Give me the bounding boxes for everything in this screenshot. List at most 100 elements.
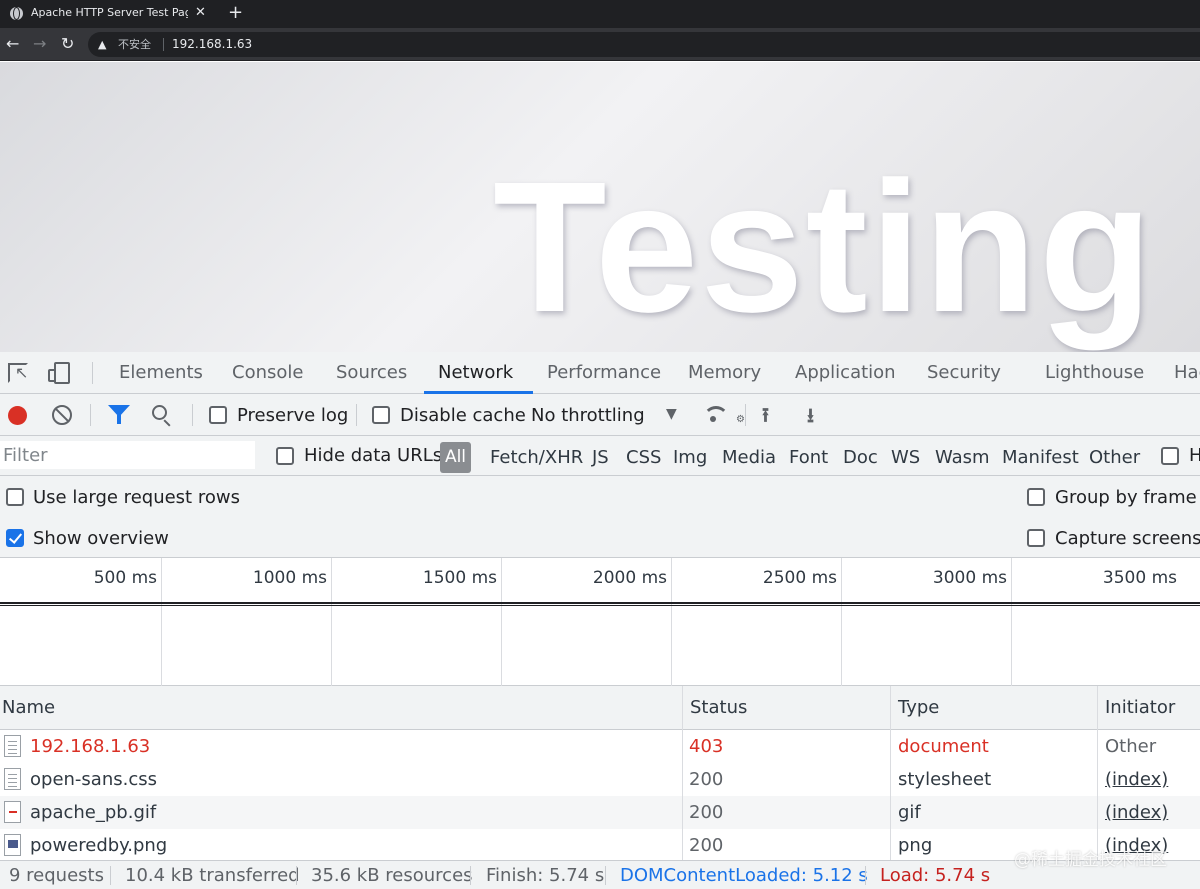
tab-network[interactable]: Network [423, 352, 534, 394]
request-name[interactable]: open-sans.css [30, 763, 157, 796]
filter-type-js[interactable]: JS [592, 447, 609, 468]
omnibox[interactable]: ▲ 不安全 192.168.1.63 [88, 32, 1200, 57]
url-text[interactable]: 192.168.1.63 [172, 32, 252, 57]
column-header-initiator[interactable]: Initiator [1103, 686, 1200, 730]
browser-tab[interactable]: Apache HTTP Server Test Page ✕ [0, 0, 214, 28]
tab-application[interactable]: Application [795, 352, 896, 394]
filter-icon[interactable] [108, 405, 130, 424]
request-initiator-link[interactable]: (index) [1105, 763, 1168, 796]
requests-table: Name Status Type Initiator 192.168.1.63 … [0, 686, 1200, 860]
request-status: 403 [689, 736, 724, 757]
filter-type-doc[interactable]: Doc [843, 447, 878, 468]
request-count: 9 requests [9, 865, 104, 886]
import-har-icon[interactable]: ⭱ [762, 401, 769, 435]
column-divider[interactable] [890, 686, 891, 860]
filter-input[interactable] [0, 441, 255, 469]
column-divider[interactable] [682, 686, 683, 860]
request-initiator: Other [1105, 736, 1157, 757]
gear-icon[interactable]: ⚙ [736, 414, 745, 425]
timeline-tick-label: 1500 ms [422, 568, 497, 588]
toolbar-divider [745, 404, 746, 426]
security-label[interactable]: 不安全 [118, 32, 151, 57]
group-by-frame-checkbox[interactable] [1027, 488, 1045, 506]
filter-type-fetch-xhr[interactable]: Fetch/XHR [490, 447, 583, 468]
toolbar-divider [90, 404, 91, 426]
transferred-size: 10.4 kB transferred [125, 865, 300, 886]
export-har-icon[interactable]: ⭳ [807, 401, 814, 435]
finish-time: Finish: 5.74 s [486, 865, 605, 886]
record-icon[interactable] [8, 406, 27, 425]
back-arrow-icon[interactable]: ← [6, 32, 19, 56]
tab-performance[interactable]: Performance [547, 352, 661, 394]
column-divider[interactable] [1097, 686, 1098, 860]
request-name[interactable]: 192.168.1.63 [30, 730, 150, 763]
disable-cache-checkbox[interactable] [372, 406, 390, 424]
tab-lighthouse[interactable]: Lighthouse [1045, 352, 1144, 394]
tab-console[interactable]: Console [232, 352, 303, 394]
hide-data-urls-label: Hide data URLs [304, 445, 443, 466]
search-icon[interactable] [152, 405, 167, 420]
close-icon[interactable]: ✕ [195, 0, 206, 26]
tab-overflow[interactable]: Hac [1174, 352, 1200, 394]
address-bar: ← → ↻ ▲ 不安全 192.168.1.63 [0, 28, 1200, 61]
column-header-status[interactable]: Status [688, 686, 888, 730]
filter-type-other[interactable]: Other [1089, 447, 1140, 468]
timeline-gridline [671, 558, 672, 686]
filter-type-img[interactable]: Img [673, 447, 707, 468]
request-name[interactable]: poweredby.png [30, 829, 167, 860]
timeline-gridline [161, 558, 162, 686]
image-gif-icon [4, 801, 21, 823]
status-divider [605, 866, 606, 885]
timeline-activity-line [0, 602, 1200, 606]
timeline-tick-label: 3500 ms [1102, 568, 1177, 588]
chevron-down-icon[interactable]: ▼ [666, 406, 677, 422]
column-header-name[interactable]: Name [0, 686, 682, 730]
inspect-element-icon[interactable] [8, 363, 28, 383]
capture-screenshots-label: Capture screensho [1055, 528, 1200, 549]
filter-type-css[interactable]: CSS [626, 447, 661, 468]
table-row[interactable]: apache_pb.gif 200 gif (index) [0, 796, 1200, 829]
preserve-log-checkbox[interactable] [209, 406, 227, 424]
toolbar-divider [356, 404, 357, 426]
filter-type-ws[interactable]: WS [891, 447, 920, 468]
request-status: 200 [689, 835, 724, 856]
filter-type-font[interactable]: Font [789, 447, 828, 468]
tab-memory[interactable]: Memory [688, 352, 761, 394]
request-name[interactable]: apache_pb.gif [30, 796, 156, 829]
request-type: document [898, 736, 989, 757]
column-header-type[interactable]: Type [896, 686, 1096, 730]
filter-all-chip[interactable]: All [440, 442, 471, 473]
request-initiator-link[interactable]: (index) [1105, 796, 1168, 829]
network-settings-pane: Use large request rows Show overview Gro… [0, 476, 1200, 558]
omnibox-divider [163, 38, 164, 51]
timeline-gridline [501, 558, 502, 686]
show-overview-checkbox[interactable] [6, 529, 24, 547]
clear-icon[interactable] [52, 405, 72, 425]
tab-security[interactable]: Security [927, 352, 1001, 394]
filter-type-media[interactable]: Media [722, 447, 776, 468]
hide-data-urls-checkbox[interactable] [276, 447, 294, 465]
timeline-tick-label: 2500 ms [762, 568, 837, 588]
reload-icon[interactable]: ↻ [61, 32, 74, 56]
new-tab-button[interactable]: + [228, 0, 243, 26]
forward-arrow-icon[interactable]: → [33, 32, 46, 56]
table-row[interactable]: 192.168.1.63 403 document Other [0, 730, 1200, 763]
filter-type-wasm[interactable]: Wasm [935, 447, 990, 468]
device-toolbar-icon[interactable] [48, 362, 72, 384]
image-png-icon [4, 834, 21, 856]
status-divider [865, 866, 866, 885]
tab-elements[interactable]: Elements [119, 352, 203, 394]
request-status: 200 [689, 802, 724, 823]
capture-screenshots-checkbox[interactable] [1027, 529, 1045, 547]
throttling-select[interactable]: No throttling [531, 405, 645, 427]
filter-type-manifest[interactable]: Manifest [1002, 447, 1079, 468]
warning-icon[interactable]: ▲ [98, 32, 106, 57]
large-rows-checkbox[interactable] [6, 488, 24, 506]
table-row[interactable]: open-sans.css 200 stylesheet (index) [0, 763, 1200, 796]
tab-sources[interactable]: Sources [336, 352, 407, 394]
network-overview[interactable]: 500 ms 1000 ms 1500 ms 2000 ms 2500 ms 3… [0, 558, 1200, 686]
has-blocked-cookies-checkbox[interactable] [1161, 447, 1179, 465]
globe-icon [10, 7, 23, 20]
browser-tab-strip: Apache HTTP Server Test Page ✕ + [0, 0, 1200, 28]
stylesheet-icon [4, 768, 21, 790]
